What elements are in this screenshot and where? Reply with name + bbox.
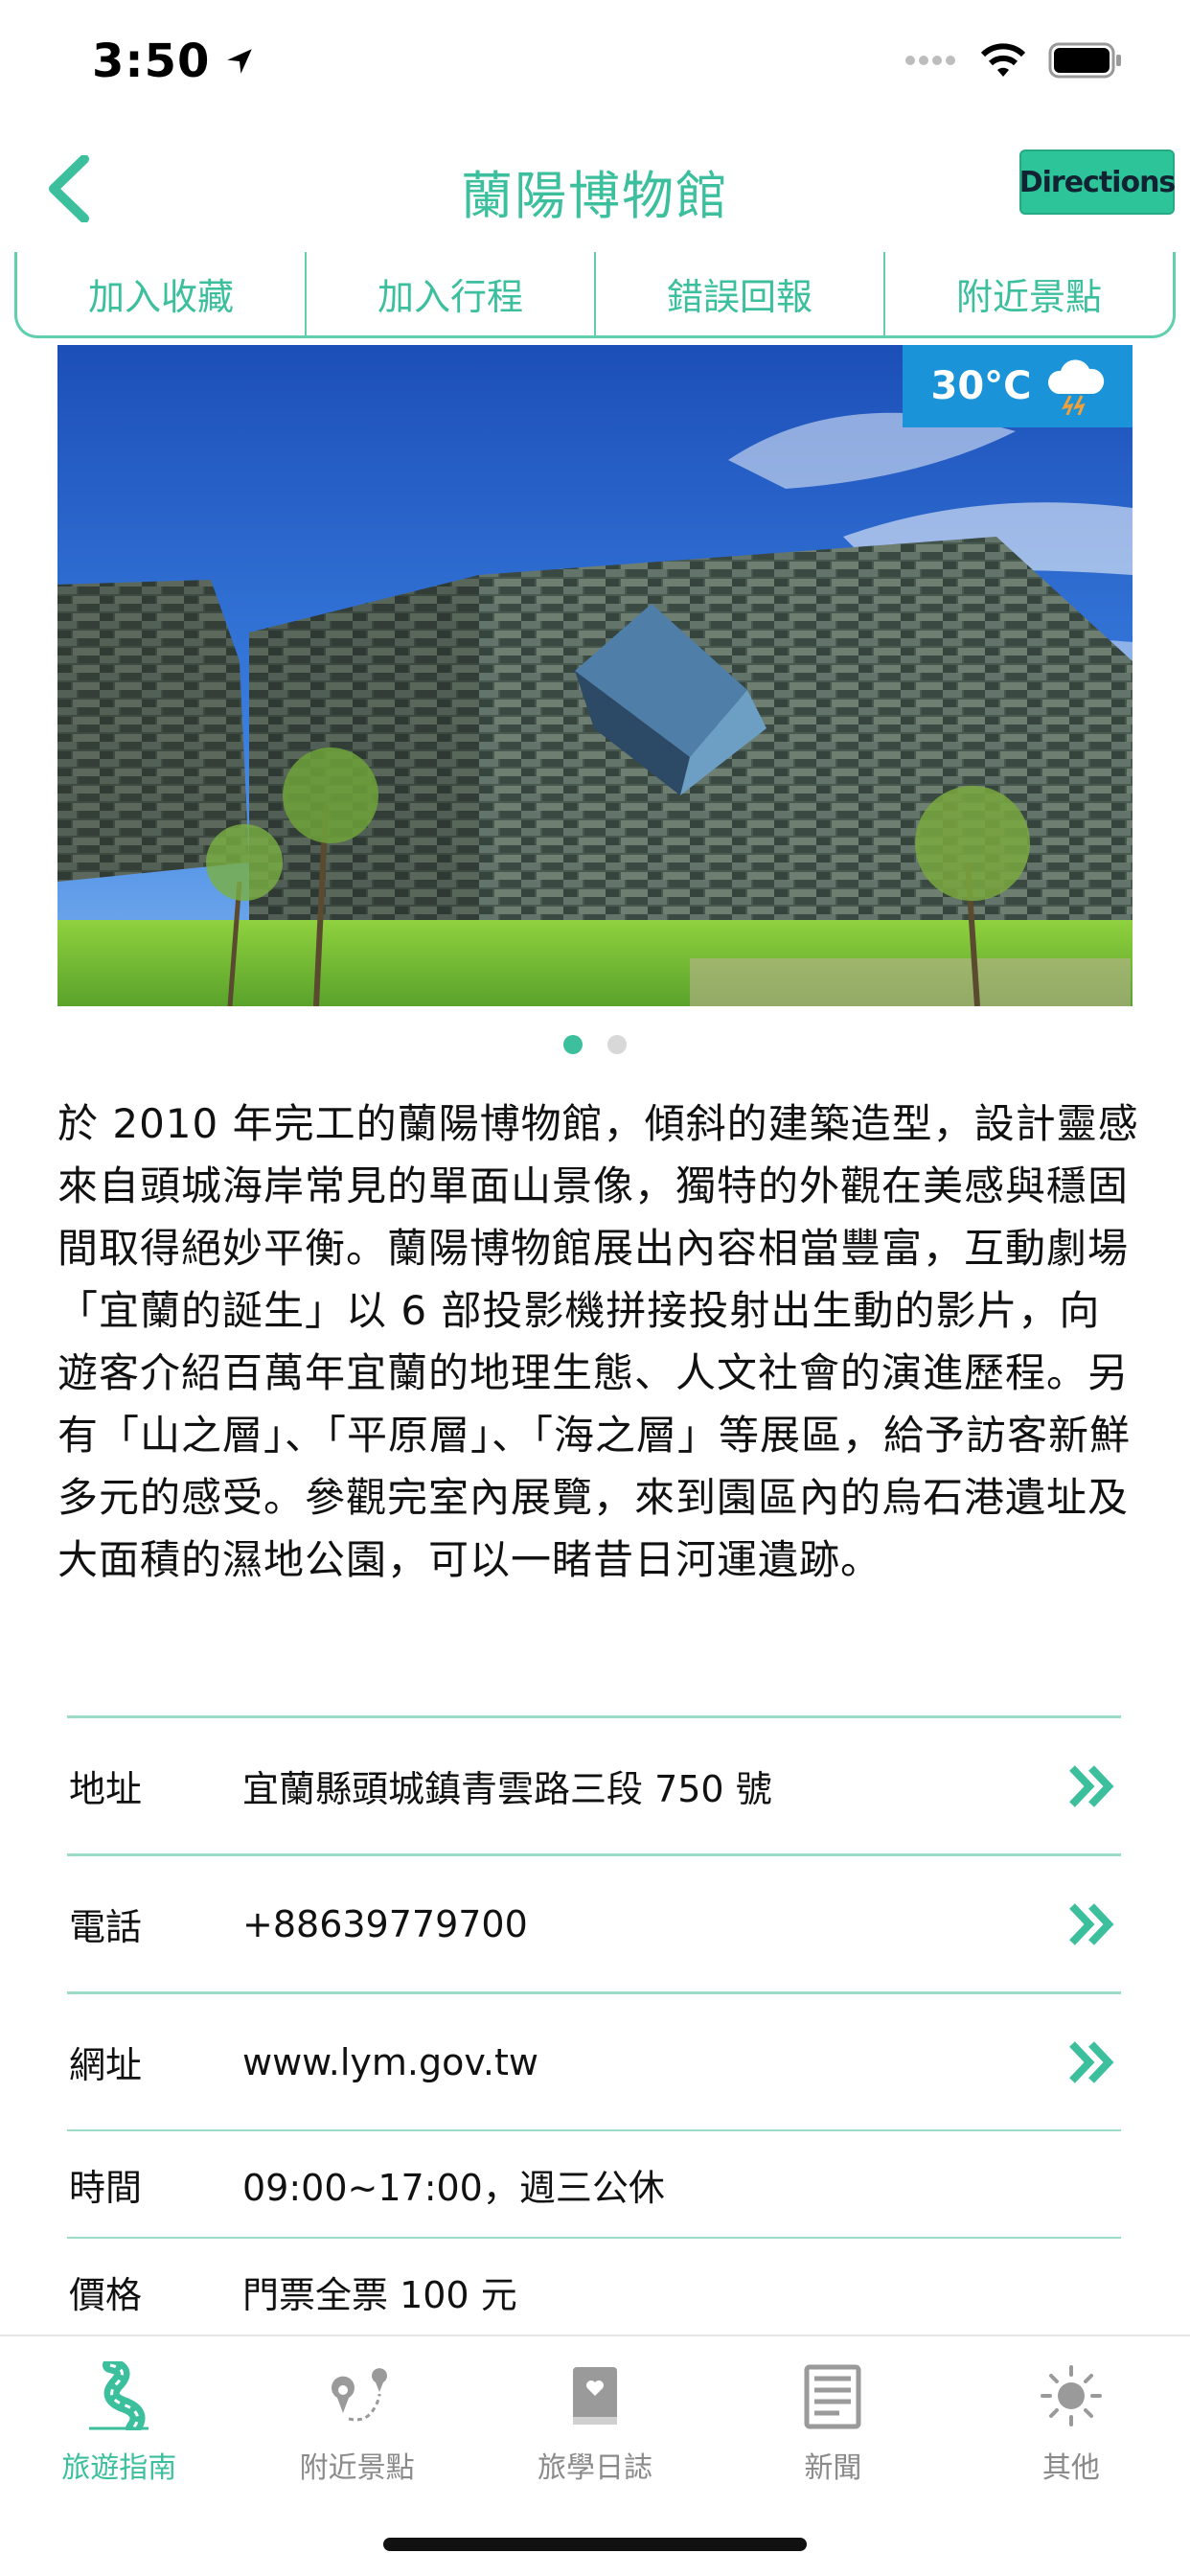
chevron-double-right-icon[interactable] [1064,1896,1121,1953]
status-bar: 3:50 [0,0,1190,125]
chevron-double-right-icon[interactable] [1064,1758,1121,1815]
tab-news[interactable]: 新聞 [714,2336,951,2499]
tab-travel-guide[interactable]: 旅遊指南 [0,2336,238,2499]
address-row[interactable]: 地址 宜蘭縣頭城鎮青雲路三段 750 號 [67,1715,1121,1853]
chevron-double-right-icon[interactable] [1064,2034,1121,2091]
tab-nearby[interactable]: 附近景點 [238,2336,475,2499]
status-time-text: 3:50 [92,34,211,88]
page-dot-active[interactable] [563,1035,583,1054]
status-time: 3:50 [92,34,256,88]
wifi-icon [980,43,1026,77]
page-dot[interactable] [607,1035,627,1054]
hours-label: 時間 [69,2166,143,2209]
newspaper-icon [804,2364,861,2429]
add-itinerary-button[interactable]: 加入行程 [307,252,596,335]
action-segmented-bar: 加入收藏 加入行程 錯誤回報 附近景點 [14,252,1176,338]
attraction-description: 於 2010 年完工的蘭陽博物館，傾斜的建築造型，設計靈感來自頭城海岸常見的單面… [57,1100,1139,1583]
price-row: 價格 門票全票 100 元 [67,2237,1121,2344]
tab-label: 旅學日誌 [538,2451,653,2485]
temperature-text: 30°C [930,364,1032,408]
map-pin-route-icon [331,2368,387,2422]
carousel-page-indicator[interactable] [0,1035,1190,1054]
website-label: 網址 [69,2044,143,2086]
sun-icon [1040,2365,1102,2426]
navigation-bar: 蘭陽博物館 Directions [0,125,1190,249]
tab-other[interactable]: 其他 [952,2336,1190,2499]
tab-label: 旅遊指南 [61,2451,177,2485]
location-arrow-icon [227,49,253,74]
phone-label: 電話 [69,1906,143,1948]
address-value: 宜蘭縣頭城鎮青雲路三段 750 號 [242,1768,772,1810]
website-row[interactable]: 網址 www.lym.gov.tw [67,1991,1121,2129]
tab-label: 附近景點 [299,2451,415,2485]
price-label: 價格 [69,2273,143,2316]
weather-badge: 30°C [903,345,1133,427]
phone-row[interactable]: 電話 +88639779700 [67,1853,1121,1991]
info-table: 地址 宜蘭縣頭城鎮青雲路三段 750 號 電話 +88639779700 網址 … [67,1715,1121,2344]
nearby-attractions-button[interactable]: 附近景點 [885,252,1173,335]
address-label: 地址 [69,1768,143,1810]
page-title: 蘭陽博物館 [461,166,729,226]
cellular-signal-icon [905,56,955,65]
heart-book-icon [573,2367,618,2425]
website-value: www.lym.gov.tw [242,2040,538,2083]
phone-value: +88639779700 [242,1902,528,1945]
tab-label: 新聞 [804,2451,862,2485]
report-error-button[interactable]: 錯誤回報 [596,252,885,335]
road-icon [89,2361,149,2430]
battery-icon [1048,42,1121,79]
tab-journal[interactable]: 旅學日誌 [476,2336,714,2499]
hours-row: 時間 09:00~17:00，週三公休 [67,2129,1121,2237]
tab-bar: 旅遊指南 附近景點 旅學日誌 新聞 其他 [0,2334,1190,2576]
status-indicators [904,42,1123,79]
cloud-lightning-rain-icon [1047,359,1104,415]
hours-value: 09:00~17:00，週三公休 [242,2166,665,2209]
museum-photo [57,345,1133,1006]
home-indicator[interactable] [383,2538,807,2551]
hero-image-carousel[interactable]: 30°C [57,345,1133,1006]
tab-label: 其他 [1041,2451,1100,2485]
price-value: 門票全票 100 元 [242,2273,517,2316]
directions-button[interactable]: Directions [1019,150,1176,215]
add-favorite-button[interactable]: 加入收藏 [17,252,307,335]
